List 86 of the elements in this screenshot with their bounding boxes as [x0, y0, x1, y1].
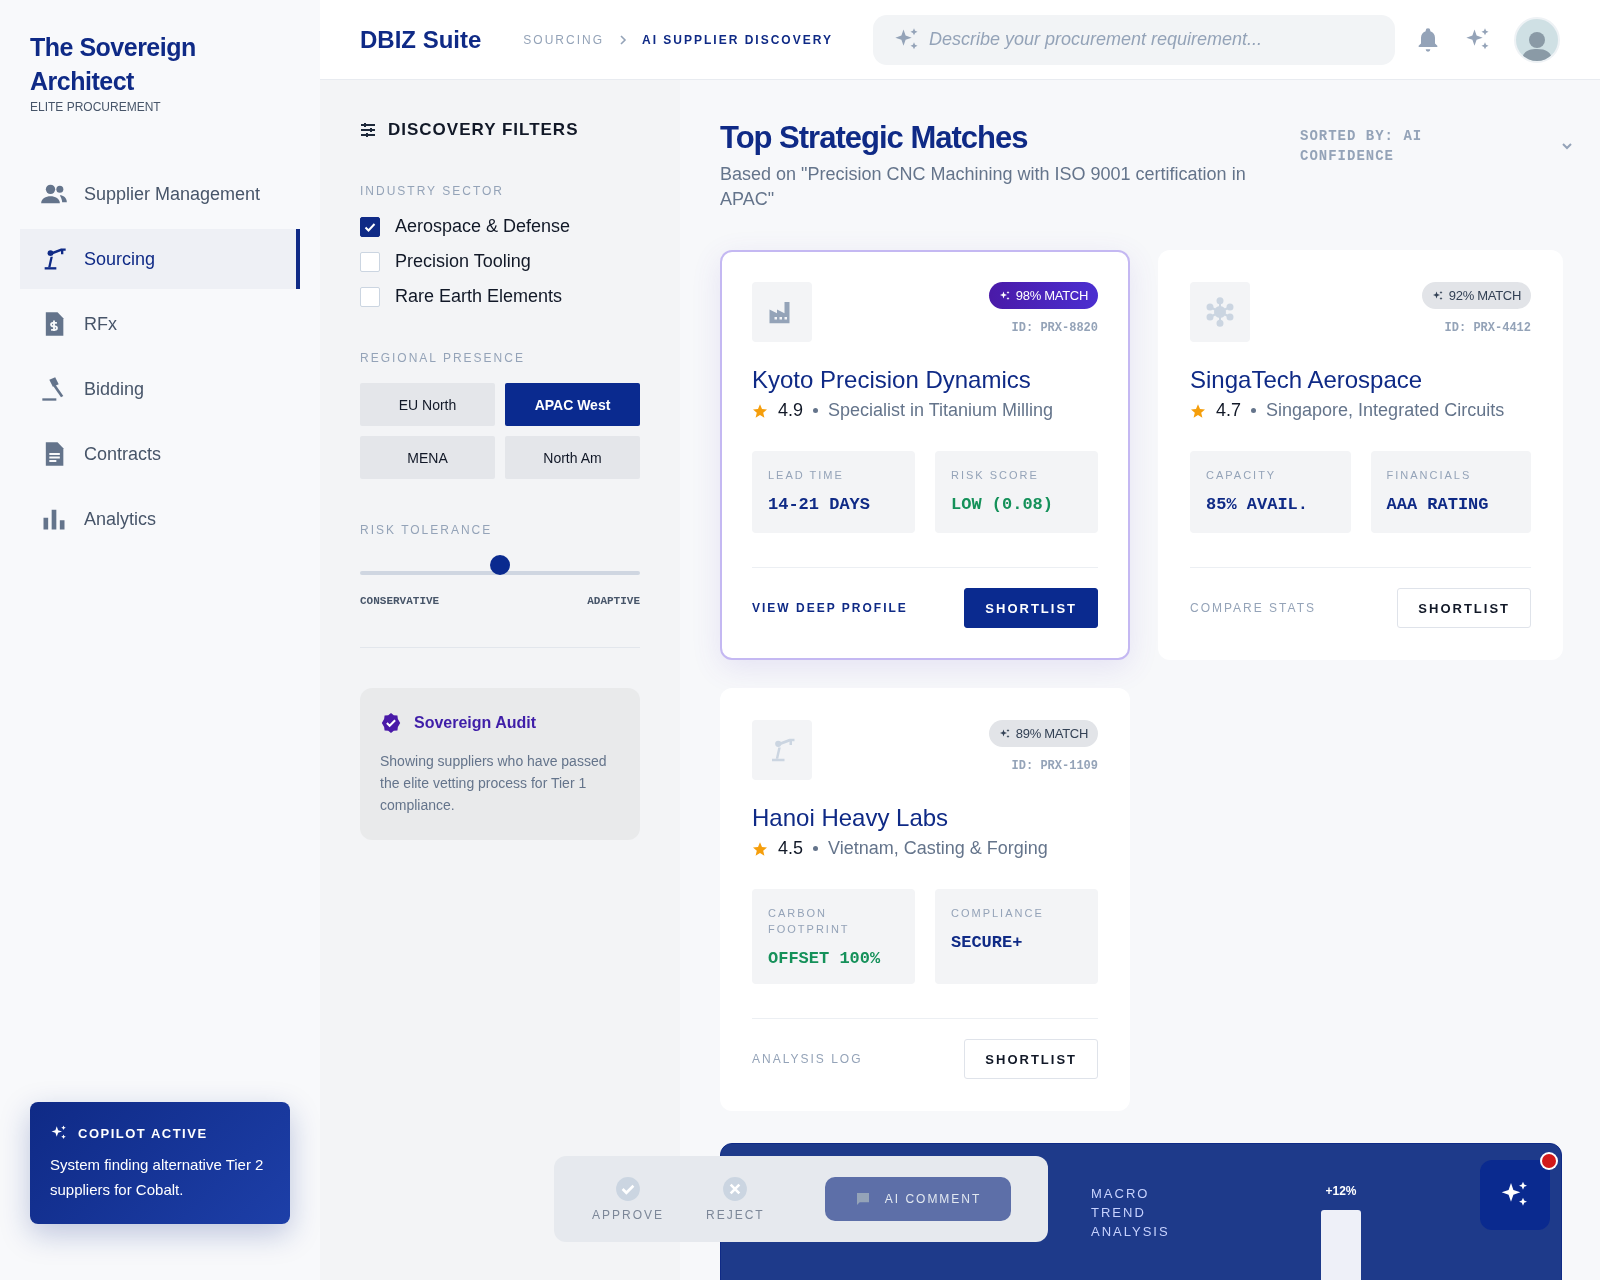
nav-item[interactable]: Contracts: [20, 424, 300, 484]
section-label: INDUSTRY SECTOR: [360, 184, 506, 198]
nav-item[interactable]: RFx: [20, 294, 300, 354]
sparkle-icon: [998, 727, 1011, 740]
supplier-name: SingaTech Aerospace: [1190, 366, 1424, 394]
star-icon: [1190, 402, 1206, 419]
results-title: Top Strategic Matches: [720, 120, 1029, 156]
sparkle-icon: [50, 1124, 68, 1142]
rating-value: 4.9: [778, 400, 804, 421]
search-field[interactable]: Describe your procurement requirement...: [872, 14, 1395, 65]
audit-description: Showing suppliers who have passed the elite vetting process for Tier 1 compliance.: [380, 752, 608, 815]
brand-title: The Sovereign Architect: [30, 32, 197, 97]
trend-value: +12%: [1325, 1184, 1357, 1198]
copilot-title: COPILOT ACTIVE: [78, 1125, 208, 1141]
check-icon: [615, 1176, 641, 1202]
nav-item[interactable]: Analytics: [20, 489, 300, 549]
metric-label: CARBON FOOTPRINT: [768, 906, 851, 937]
nav-item[interactable]: Supplier Management: [20, 164, 300, 224]
chevron-right-icon: [618, 34, 628, 45]
checkbox-label: Precision Tooling: [395, 251, 531, 272]
slider-min-label: CONSERVATIVE: [360, 595, 440, 607]
checkbox[interactable]: [360, 216, 380, 237]
verified-badge-icon: [380, 712, 402, 734]
sparkle-icon: [998, 289, 1011, 302]
section-label: REGIONAL PRESENCE: [360, 351, 526, 365]
brand-subtitle: ELITE PROCUREMENT: [30, 100, 162, 114]
assistant-button[interactable]: [1480, 1160, 1550, 1230]
shortlist-button[interactable]: SHORTLIST: [964, 1039, 1098, 1079]
separator-dot: [813, 408, 819, 413]
star-icon: [752, 840, 768, 857]
close-icon: [722, 1176, 749, 1202]
nav-item[interactable]: Sourcing: [20, 229, 300, 289]
rating-value: 4.5: [778, 838, 804, 859]
region-toggle[interactable]: APAC West: [505, 383, 640, 426]
match-badge: 92% MATCH: [1421, 282, 1531, 309]
app-title: DBIZ Suite: [360, 25, 482, 54]
network-icon: [1205, 297, 1235, 327]
secondary-link[interactable]: VIEW DEEP PROFILE: [752, 601, 908, 615]
region-toggle[interactable]: North Am: [505, 436, 640, 479]
rating-value: 4.7: [1216, 400, 1242, 421]
metric-value: LOW (0.08): [951, 495, 1055, 514]
macro-label: MACRO TREND ANALYSIS: [1091, 1185, 1171, 1241]
shortlist-button[interactable]: SHORTLIST: [964, 588, 1098, 628]
copilot-message: System finding alternative Tier 2 suppliers for Cobalt.: [50, 1155, 265, 1200]
star-icon: [752, 402, 768, 419]
metric-value: 85% AVAIL.: [1206, 495, 1310, 514]
separator-dot: [813, 846, 819, 851]
supplier-description: Singapore, Integrated Circuits: [1266, 400, 1505, 421]
sparkle-icon: [1431, 289, 1444, 302]
supplier-name: Kyoto Precision Dynamics: [752, 366, 1032, 394]
separator-dot: [1251, 408, 1257, 413]
avatar[interactable]: [1514, 16, 1560, 63]
breadcrumb-link[interactable]: AI SUPPLIER DISCOVERY: [642, 32, 833, 47]
toolbar-action[interactable]: AI COMMENT: [824, 1177, 1012, 1221]
checkbox-label: Aerospace & Defense: [395, 216, 571, 237]
match-badge: 89% MATCH: [988, 720, 1098, 747]
metric-value: AAA RATING: [1386, 495, 1490, 514]
section-label: RISK TOLERANCE: [360, 523, 494, 537]
supplier-name: Hanoi Heavy Labs: [752, 804, 950, 832]
supplier-id: ID: PRX-8820: [1011, 321, 1098, 335]
match-badge: 98% MATCH: [988, 282, 1098, 309]
metric-value: 14-21 DAYS: [768, 495, 872, 514]
metric-value: OFFSET 100%: [768, 949, 882, 968]
metric-value: SECURE+: [951, 933, 1024, 952]
metric-label: RISK SCORE: [951, 468, 1040, 483]
metric-label: CAPACITY: [1206, 468, 1278, 483]
audit-title: Sovereign Audit: [414, 714, 537, 732]
region-toggle[interactable]: MENA: [360, 436, 495, 479]
sliders-icon: [360, 122, 376, 138]
supplier-id: ID: PRX-1109: [1011, 759, 1098, 773]
checkbox-label: Rare Earth Elements: [395, 286, 563, 307]
metric-label: COMPLIANCE: [951, 906, 1045, 921]
trend-bar: [1321, 1210, 1361, 1280]
supplier-description: Specialist in Titanium Milling: [828, 400, 1054, 421]
comment-icon: [854, 1191, 871, 1207]
metric-label: LEAD TIME: [768, 468, 845, 483]
filters-title: DISCOVERY FILTERS: [388, 120, 579, 140]
metric-label: FINANCIALS: [1386, 468, 1473, 483]
supplier-id: ID: PRX-4412: [1444, 321, 1531, 335]
supplier-description: Vietnam, Casting & Forging: [828, 838, 1048, 859]
nav-item[interactable]: Bidding: [20, 359, 300, 419]
slider-max-label: ADAPTIVE: [587, 595, 640, 607]
region-toggle[interactable]: EU North: [360, 383, 495, 426]
slider-thumb[interactable]: [490, 555, 510, 575]
results-subtitle: Based on "Precision CNC Machining with ISO 9001 certification in APAC": [720, 163, 1247, 211]
shortlist-button[interactable]: SHORTLIST: [1397, 588, 1531, 628]
